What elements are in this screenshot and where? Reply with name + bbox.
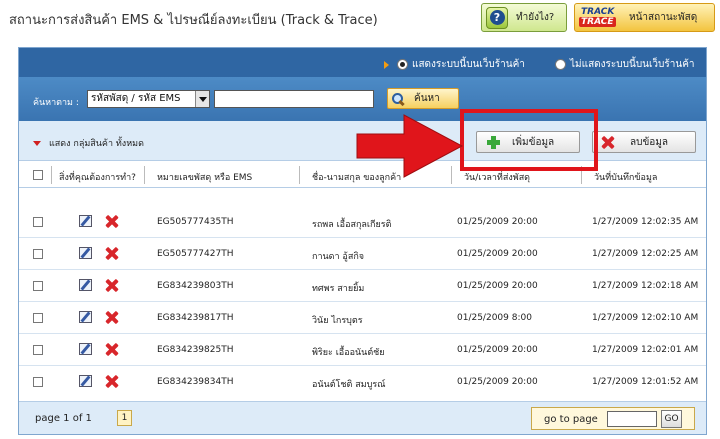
track-panel: แสดงระบบนี้บนเว็บร้านค้า ไม่แสดงระบบนี้บ… [18,47,707,435]
plus-icon [487,135,500,149]
show-on-site-option[interactable]: แสดงระบบนี้บนเว็บร้านค้า [384,57,525,72]
delete-x-icon[interactable] [105,279,118,292]
search-input[interactable] [214,90,374,108]
column-header-tracking: หมายเลขพัสดุ หรือ EMS [157,173,253,183]
show-on-site-label: แสดงระบบนี้บนเว็บร้านค้า [412,59,525,70]
delete-x-icon [601,136,614,149]
table-row: EG834239803TH ทศพร สายยิ้ม 01/25/2009 20… [19,270,706,302]
column-header-recorded-date: วันที่บันทึกข้อมูล [594,173,658,183]
customer-name: อนันต์โชติ สมบูรณ์ [312,380,386,390]
tracking-number: EG834239834TH [157,377,234,387]
column-header-customer: ชื่อ-นามสกุล ของลูกค้า [312,173,402,183]
table-row: EG834239825TH พิริยะ เอื้ออนันต์ชัย 01/2… [19,334,706,366]
tracking-status-button[interactable]: TRACK TRACE หน้าสถานะพัสดุ [574,3,715,32]
customer-name: พิริยะ เอื้ออนันต์ชัย [312,348,385,358]
edit-icon[interactable] [79,215,92,227]
row-checkbox[interactable] [33,377,43,387]
delete-x-icon[interactable] [105,311,118,324]
display-options-bar: แสดงระบบนี้บนเว็บร้านค้า ไม่แสดงระบบนี้บ… [19,48,706,77]
table-row: EG834239834TH อนันต์โชติ สมบูรณ์ 01/25/2… [19,366,706,398]
goto-button[interactable]: GO [661,410,682,428]
delete-record-button[interactable]: ลบข้อมูล [592,131,696,153]
edit-icon[interactable] [79,279,92,291]
help-button-label: ทำยังไง? [516,12,555,23]
tracking-number: EG834239825TH [157,345,234,355]
search-button-label: ค้นหา [414,93,440,104]
customer-name: วินัย ไกรบุตร [312,316,363,326]
row-checkbox[interactable] [33,249,43,259]
recorded-date: 1/27/2009 12:02:25 AM [592,249,699,259]
hide-on-site-label: ไม่แสดงระบบนี้บนเว็บร้านค้า [570,59,695,70]
search-icon [392,92,404,105]
delete-x-icon[interactable] [105,215,118,228]
arrow-down-icon [33,140,41,146]
hide-on-site-option[interactable]: ไม่แสดงระบบนี้บนเว็บร้านค้า [555,57,695,72]
customer-name: กานดา อู้สกิจ [312,252,365,262]
page-info: page 1 of 1 [35,413,92,424]
search-button[interactable]: ค้นหา [387,88,459,109]
edit-icon[interactable] [79,375,92,387]
edit-icon[interactable] [79,311,92,323]
tracking-number: EG505777427TH [157,249,234,259]
help-icon: ? [486,6,508,29]
recorded-date: 1/27/2009 12:02:18 AM [592,281,699,291]
tracking-number: EG834239803TH [157,281,234,291]
column-header-actions: สิ่งที่คุณต้องการทำ? [59,173,136,183]
recorded-date: 1/27/2009 12:02:01 AM [592,345,699,355]
search-field-value: รหัสพัสดุ / รหัส EMS [91,93,181,104]
tracking-number: EG834239817TH [157,313,234,323]
show-on-site-radio[interactable] [397,59,408,70]
sent-date: 01/25/2009 8:00 [457,313,532,323]
table-header: สิ่งที่คุณต้องการทำ? หมายเลขพัสดุ หรือ E… [19,162,706,188]
add-record-button[interactable]: เพิ่มข้อมูล [476,131,580,153]
sent-date: 01/25/2009 20:00 [457,281,538,291]
tracking-status-label: หน้าสถานะพัสดุ [629,12,698,23]
column-header-sent-date: วัน/เวลาที่ส่งพัสดุ [464,173,531,183]
sent-date: 01/25/2009 20:00 [457,217,538,227]
help-button[interactable]: ? ทำยังไง? [481,3,567,32]
search-field-select[interactable]: รหัสพัสดุ / รหัส EMS [87,90,210,108]
search-by-label: ค้นหาตาม : [33,98,79,108]
chevron-down-icon[interactable] [195,91,209,107]
recorded-date: 1/27/2009 12:02:10 AM [592,313,699,323]
track-trace-logo-icon: TRACK TRACE [579,6,616,27]
recorded-date: 1/27/2009 12:02:35 AM [592,217,699,227]
delete-x-icon[interactable] [105,247,118,260]
top-bar: สถานะการส่งสินค้า EMS & ไปรษณีย์ลงทะเบีย… [0,0,720,36]
product-group-label: แสดง กลุ่มสินค้า ทั้งหมด [49,139,144,149]
hide-on-site-radio[interactable] [555,59,566,70]
row-checkbox[interactable] [33,281,43,291]
delete-x-icon[interactable] [105,375,118,388]
delete-x-icon[interactable] [105,343,118,356]
customer-name: รถพล เอื้อสกุลเกียรติ [312,220,392,230]
search-bar: ค้นหาตาม : รหัสพัสดุ / รหัส EMS ค้นหา [19,77,706,121]
recorded-date: 1/27/2009 12:01:52 AM [592,377,699,387]
action-bar: แสดง กลุ่มสินค้า ทั้งหมด เพิ่มข้อมูล ลบข… [19,121,706,161]
pagination-footer: page 1 of 1 1 go to page GO [19,401,706,434]
sent-date: 01/25/2009 20:00 [457,249,538,259]
sent-date: 01/25/2009 20:00 [457,377,538,387]
page-title: สถานะการส่งสินค้า EMS & ไปรษณีย์ลงทะเบีย… [9,13,378,28]
select-all-checkbox[interactable] [33,170,43,180]
product-group-filter[interactable]: แสดง กลุ่มสินค้า ทั้งหมด [33,136,144,150]
customer-name: ทศพร สายยิ้ม [312,284,365,294]
sent-date: 01/25/2009 20:00 [457,345,538,355]
page-link-1[interactable]: 1 [117,410,132,426]
goto-page-label: go to page [544,414,598,425]
edit-icon[interactable] [79,343,92,355]
table-row: EG834239817TH วินัย ไกรบุตร 01/25/2009 8… [19,302,706,334]
add-record-label: เพิ่มข้อมูล [512,136,555,148]
row-checkbox[interactable] [33,345,43,355]
delete-record-label: ลบข้อมูล [630,136,669,148]
arrow-right-icon [384,60,389,69]
table-row: EG505777427TH กานดา อู้สกิจ 01/25/2009 2… [19,238,706,270]
table-row: EG505777435TH รถพล เอื้อสกุลเกียรติ 01/2… [19,206,706,238]
edit-icon[interactable] [79,247,92,259]
row-checkbox[interactable] [33,217,43,227]
tracking-number: EG505777435TH [157,217,234,227]
row-checkbox[interactable] [33,313,43,323]
goto-page-box: go to page GO [531,407,695,430]
goto-page-input[interactable] [607,411,657,427]
